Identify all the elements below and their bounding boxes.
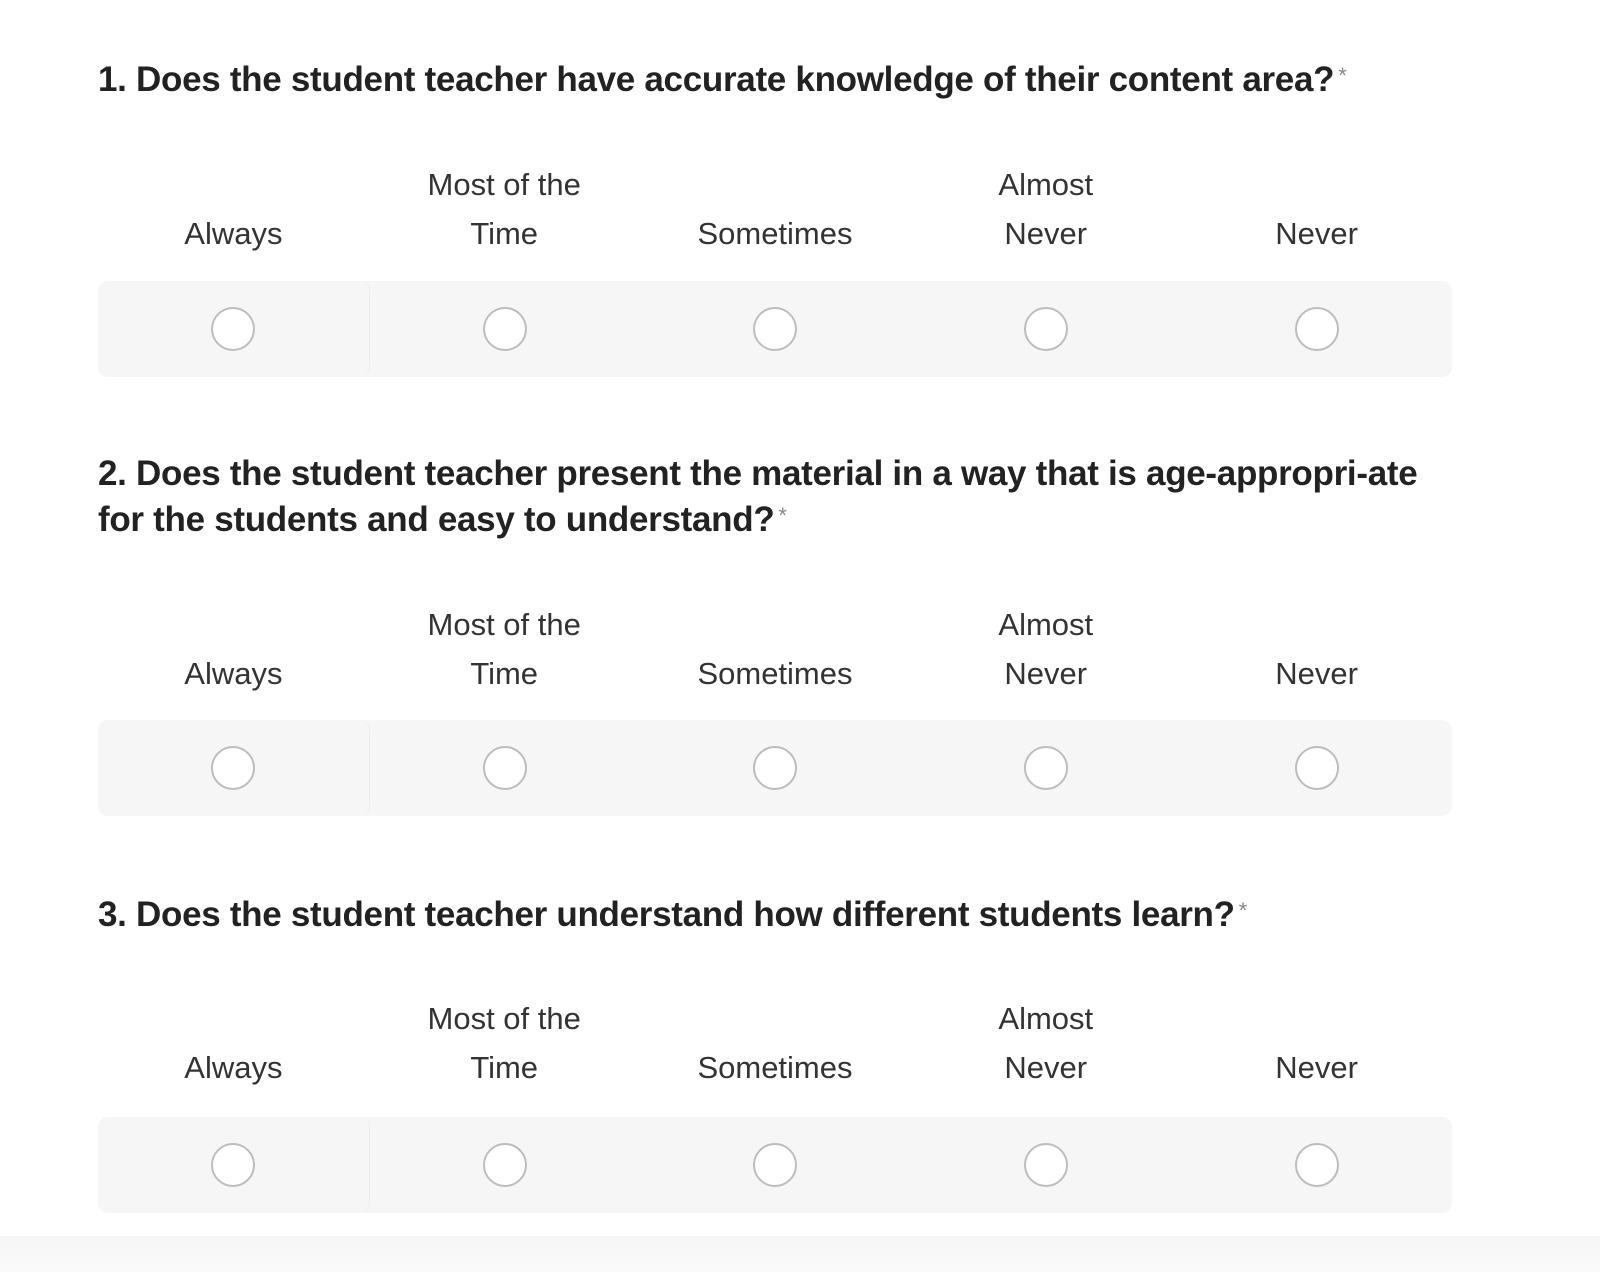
question-title: 3. Does the student teacher understand h… [98, 892, 1452, 938]
question-1: 1. Does the student teacher have accurat… [98, 57, 1452, 377]
option-sometimes[interactable] [640, 720, 911, 816]
scale-label-never: Never [1275, 216, 1358, 251]
question-3: 3. Does the student teacher understand h… [98, 892, 1452, 1213]
scale-label-sometimes: Sometimes [697, 216, 853, 251]
scale-label-sometimes: Sometimes [697, 1050, 853, 1085]
option-sometimes[interactable] [640, 281, 911, 377]
scale-label-never: Never [1275, 1050, 1358, 1085]
scale-label-always: Always [184, 216, 283, 251]
radio-button-sometimes[interactable] [753, 307, 798, 351]
scale-label-most-of-the-time: Most of the Time [427, 167, 581, 251]
radio-button-always[interactable] [211, 1143, 256, 1187]
scale-label-always: Always [184, 1050, 283, 1085]
radio-button-always[interactable] [211, 746, 256, 790]
scale-label-most-of-the-time: Most of the Time [427, 607, 581, 691]
radio-button-never[interactable] [1294, 307, 1339, 351]
scale-label-sometimes: Sometimes [697, 656, 853, 691]
radio-button-most-of-the-time[interactable] [482, 307, 527, 351]
option-most-of-the-time[interactable] [370, 281, 641, 377]
option-never[interactable] [1181, 1117, 1452, 1213]
scale-label-never: Never [1275, 656, 1358, 691]
option-most-of-the-time[interactable] [370, 1117, 641, 1213]
required-marker: * [1238, 898, 1248, 923]
rating-scale-row [98, 281, 1452, 377]
required-marker: * [778, 503, 787, 528]
question-text: 2. Does the student teacher present the … [98, 454, 1418, 539]
radio-button-sometimes[interactable] [753, 746, 798, 790]
rating-scale-row [98, 720, 1452, 816]
radio-button-most-of-the-time[interactable] [482, 746, 527, 790]
question-2: 2. Does the student teacher present the … [98, 451, 1452, 816]
scale-label-almost-never: Almost Never [998, 167, 1094, 251]
option-always[interactable] [98, 1117, 370, 1213]
radio-button-most-of-the-time[interactable] [482, 1143, 527, 1187]
question-title: 1. Does the student teacher have accurat… [98, 57, 1452, 103]
option-always[interactable] [98, 720, 370, 816]
scale-labels: Always Most of the Time Sometimes Almost… [98, 600, 1452, 698]
question-title: 2. Does the student teacher present the … [98, 451, 1452, 543]
radio-button-never[interactable] [1294, 746, 1339, 790]
question-text: 1. Does the student teacher have accurat… [98, 60, 1335, 99]
required-marker: * [1338, 63, 1347, 88]
option-most-of-the-time[interactable] [370, 720, 641, 816]
radio-button-always[interactable] [211, 307, 256, 351]
scale-label-almost-never: Almost Never [998, 1001, 1094, 1085]
option-always[interactable] [98, 281, 370, 377]
question-text: 3. Does the student teacher understand h… [98, 895, 1235, 934]
radio-button-never[interactable] [1294, 1143, 1339, 1187]
radio-button-almost-never[interactable] [1024, 1143, 1069, 1187]
scale-labels: Always Most of the Time Sometimes Almost… [98, 994, 1452, 1092]
scale-labels: Always Most of the Time Sometimes Almost… [98, 160, 1452, 258]
option-never[interactable] [1181, 720, 1452, 816]
option-sometimes[interactable] [640, 1117, 911, 1213]
scale-label-almost-never: Almost Never [998, 607, 1094, 691]
option-almost-never[interactable] [911, 720, 1182, 816]
bottom-scroll-fade [0, 1236, 1600, 1272]
radio-button-sometimes[interactable] [753, 1143, 798, 1187]
option-almost-never[interactable] [911, 281, 1182, 377]
radio-button-almost-never[interactable] [1024, 307, 1069, 351]
scale-label-most-of-the-time: Most of the Time [427, 1001, 581, 1085]
scale-label-always: Always [184, 656, 283, 691]
option-almost-never[interactable] [911, 1117, 1182, 1213]
rating-scale-row [98, 1117, 1452, 1213]
option-never[interactable] [1181, 281, 1452, 377]
radio-button-almost-never[interactable] [1024, 746, 1069, 790]
